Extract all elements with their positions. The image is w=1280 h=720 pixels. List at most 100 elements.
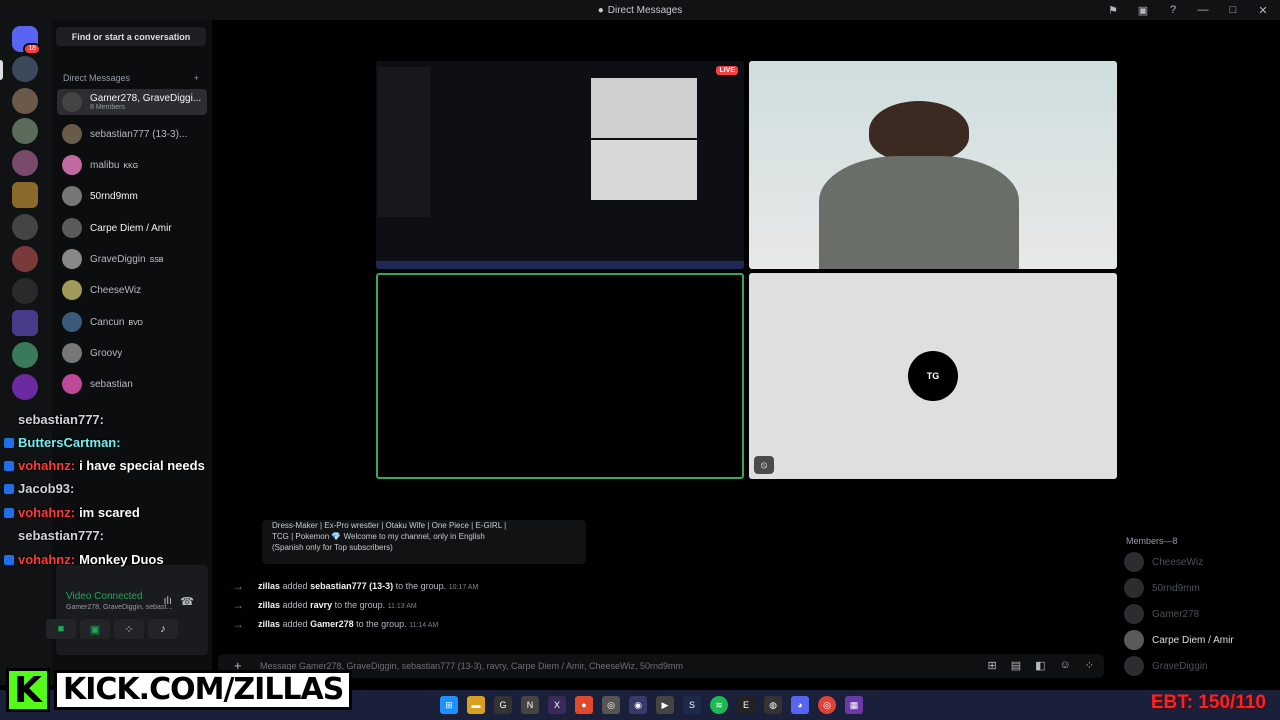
spotify-icon[interactable]: ≋ (710, 696, 728, 714)
mute-icon: ⦸ (754, 456, 774, 474)
badge-icon (4, 554, 14, 565)
dm-item[interactable]: Cancun BVD (57, 309, 207, 335)
steam-icon[interactable]: S (683, 696, 701, 714)
join-arrow-icon: → (232, 598, 244, 612)
stream-chat-overlay: sebastian777: ButtersCartman: vohahnz: i … (0, 410, 300, 570)
help-icon[interactable]: ? (1166, 3, 1180, 17)
overlay-line: Jacob93: (4, 481, 74, 496)
activities-button[interactable]: ⁘ (114, 619, 144, 639)
start-icon[interactable]: ⊞ (440, 696, 458, 714)
server-icon[interactable] (12, 278, 38, 304)
app-icon[interactable]: ▶ (656, 696, 674, 714)
title-bar: ● Direct Messages ⚑ ▣ ? — □ ✕ (0, 0, 1280, 20)
join-arrow-icon: → (232, 579, 244, 593)
app-icon[interactable]: X (548, 696, 566, 714)
window-title: ● Direct Messages (597, 4, 683, 16)
gift-icon[interactable]: ⊞ (988, 659, 997, 672)
kick-url: KICK.COM/ZILLAS (54, 670, 353, 710)
server-icon[interactable] (12, 182, 38, 208)
discord-icon[interactable]: ◕ (791, 696, 809, 714)
overlay-line: vohahnz: im scared (4, 505, 140, 520)
member-item[interactable]: CheeseWiz (1124, 552, 1203, 572)
screen-icon[interactable]: ▣ (1136, 3, 1150, 17)
minimize-button[interactable]: — (1196, 3, 1210, 17)
add-dm-icon[interactable]: + (194, 73, 199, 83)
member-list: Members—8 CheeseWiz 50rnd9mm Gamer278 Ca… (1112, 520, 1280, 685)
gif-icon[interactable]: ▤ (1011, 659, 1021, 672)
server-icon[interactable] (12, 310, 38, 336)
dm-item[interactable]: CheeseWiz (57, 277, 207, 303)
badge-icon (4, 460, 14, 471)
app-icon[interactable]: ● (575, 696, 593, 714)
app-icon[interactable]: ◉ (629, 696, 647, 714)
speaking-tile[interactable] (376, 273, 744, 479)
overlay-line: vohahnz: Monkey Duos (4, 552, 164, 567)
emoji-icon[interactable]: ☺ (1060, 659, 1071, 672)
apps-icon[interactable]: ⁘ (1085, 659, 1094, 672)
avatar (62, 218, 82, 238)
member-item[interactable]: Gamer278 (1124, 604, 1199, 624)
group-avatar: TG (908, 351, 958, 401)
chrome-icon[interactable]: ◎ (818, 696, 836, 714)
member-item[interactable]: 50rnd9mm (1124, 578, 1200, 598)
avatar (62, 249, 82, 269)
dm-item[interactable]: Carpe Diem / Amir (57, 215, 207, 241)
home-button[interactable]: 18 (12, 26, 41, 55)
sticker-icon[interactable]: ◧ (1035, 659, 1045, 672)
app-icon[interactable]: ▦ (845, 696, 863, 714)
call-area: LIVE TG ⦸ Dress-Maker | Ex-Pro wrestler … (212, 20, 1280, 685)
home-badge: 18 (23, 43, 41, 55)
dm-heading: Direct Messages + (63, 73, 199, 83)
dm-item[interactable]: 50rnd9mm (57, 183, 207, 209)
overlay-line: sebastian777: (18, 412, 104, 427)
dm-item[interactable]: GraveDiggin SSB (57, 246, 207, 272)
camera-button[interactable]: ■ (46, 619, 76, 639)
screenshare-button[interactable]: ▣ (80, 619, 110, 639)
dm-item[interactable]: Groovy (57, 340, 207, 366)
close-button[interactable]: ✕ (1256, 3, 1270, 17)
voice-channel: Gamer278, GraveDiggin, sebast... (66, 604, 173, 611)
badge-icon (4, 483, 14, 494)
avatar (1124, 578, 1144, 598)
avatar (62, 92, 82, 112)
server-icon[interactable] (12, 56, 38, 82)
app-icon[interactable]: ◎ (602, 696, 620, 714)
find-conversation-button[interactable]: Find or start a conversation (56, 27, 206, 46)
embed-bio: Dress-Maker | Ex-Pro wrestler | Otaku Wi… (262, 520, 586, 564)
server-icon[interactable] (12, 88, 38, 114)
member-item[interactable]: GraveDiggin (1124, 656, 1208, 676)
server-icon[interactable] (12, 342, 38, 368)
app-icon[interactable]: G (494, 696, 512, 714)
screenshare-tile[interactable]: LIVE (376, 61, 744, 269)
server-icon[interactable] (12, 214, 38, 240)
webcam-tile[interactable] (749, 61, 1117, 269)
dm-item[interactable]: Gamer278, GraveDiggi... 8 Members (57, 89, 207, 115)
server-icon[interactable] (12, 150, 38, 176)
server-icon[interactable] (12, 118, 38, 144)
server-icon[interactable] (12, 374, 38, 400)
person-head (869, 101, 969, 161)
folder-icon[interactable]: ▬ (467, 696, 485, 714)
app-icon[interactable]: ◍ (764, 696, 782, 714)
soundboard-button[interactable]: ♪ (148, 619, 178, 639)
overlay-line: vohahnz: i have special needs (4, 458, 205, 473)
avatar-tile[interactable]: TG ⦸ (749, 273, 1117, 479)
dm-item[interactable]: sebastian777 (13-3)... (57, 121, 207, 147)
dm-item[interactable]: sebastian (57, 371, 207, 397)
system-message: → zillas added ravry to the group. 11:13… (232, 598, 417, 612)
disconnect-icon[interactable]: ☎ (180, 595, 194, 608)
avatar (62, 374, 82, 394)
app-icon[interactable]: N (521, 696, 539, 714)
avatar (1124, 552, 1144, 572)
system-message: → zillas added sebastian777 (13-3) to th… (232, 579, 479, 593)
selected-pip (0, 60, 3, 80)
member-item[interactable]: Carpe Diem / Amir (1124, 630, 1234, 650)
app-icon[interactable]: E (737, 696, 755, 714)
server-icon[interactable] (12, 246, 38, 272)
voice-panel: Video Connected Gamer278, GraveDiggin, s… (46, 565, 208, 655)
noise-icon[interactable]: ılı (163, 595, 172, 607)
dm-item[interactable]: malibu KKG (57, 152, 207, 178)
ebt-counter: EBT: 150/110 (1150, 692, 1266, 713)
inbox-icon[interactable]: ⚑ (1106, 3, 1120, 17)
maximize-button[interactable]: □ (1226, 3, 1240, 17)
